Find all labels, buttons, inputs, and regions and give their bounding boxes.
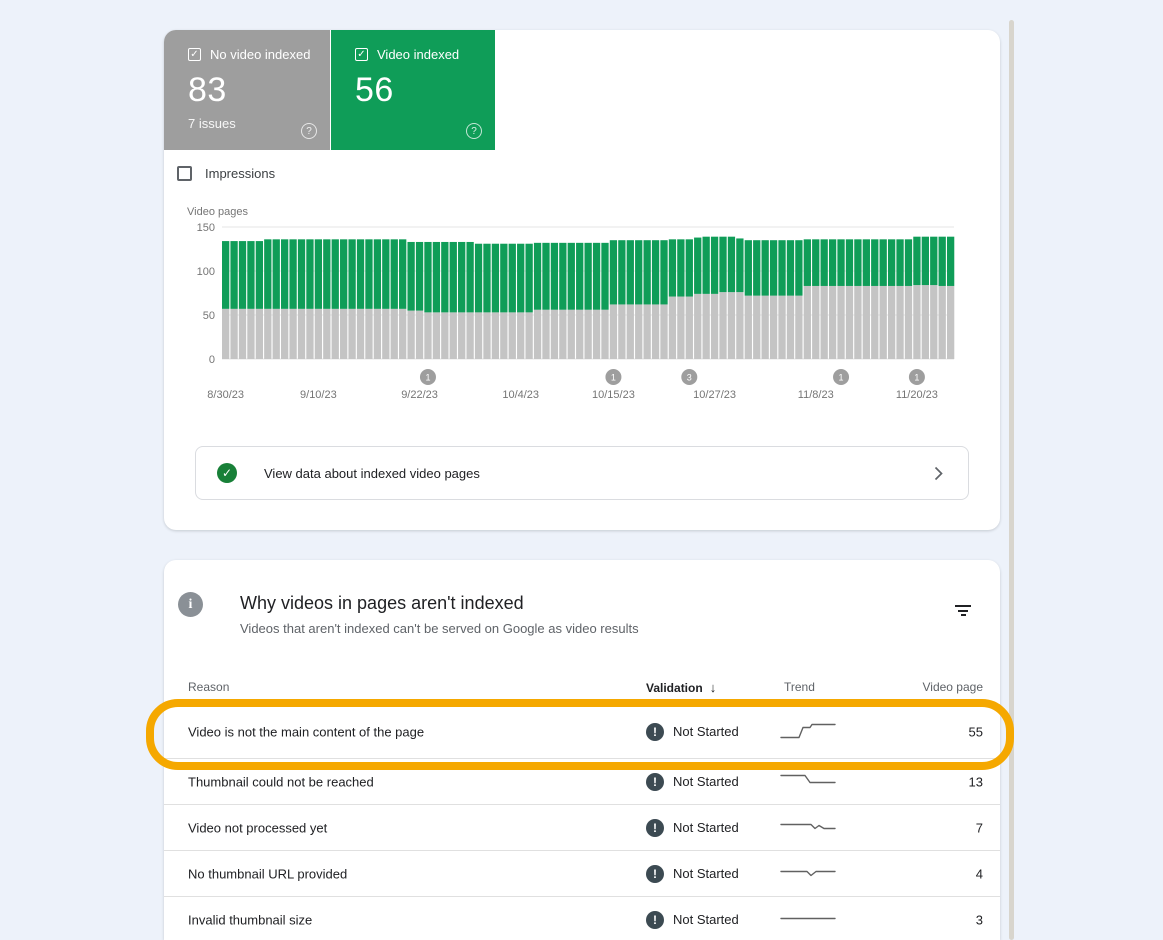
- issues-table-body: Video is not the main content of the pag…: [164, 704, 1000, 940]
- help-icon[interactable]: ?: [301, 123, 317, 139]
- trend-sparkline: [779, 766, 839, 797]
- column-header-reason[interactable]: Reason: [188, 680, 229, 694]
- video-pages-count: 3: [976, 912, 983, 927]
- sort-descending-icon: ↓: [710, 680, 717, 695]
- chart-event-badges: 1 1 3 1 1: [420, 369, 925, 385]
- column-header-validation[interactable]: Validation ↓: [646, 680, 716, 695]
- help-icon[interactable]: ?: [466, 123, 482, 139]
- not-started-exclamation-icon: !: [646, 865, 664, 883]
- indexed-pages-stacked-bar-chart[interactable]: 0 50 100 150 1 1 3 1 1 8/30/23 9/10/23 9/22/23 10/4/…: [185, 220, 955, 405]
- tile-label: Video indexed: [377, 47, 459, 62]
- issue-row[interactable]: Thumbnail could not be reached! Not Start…: [164, 758, 1000, 804]
- svg-text:1: 1: [425, 373, 430, 383]
- impressions-checkbox-unchecked[interactable]: [177, 166, 192, 181]
- validation-status: ! Not Started: [646, 819, 739, 837]
- video-indexing-chart-card: ✓ No video indexed 83 7 issues ? ✓ Video…: [164, 30, 1000, 530]
- issue-row[interactable]: Video not processed yet! Not Started 7: [164, 804, 1000, 850]
- info-icon: i: [178, 592, 203, 617]
- trend-sparkline: [779, 858, 839, 889]
- svg-text:1: 1: [914, 373, 919, 383]
- view-data-banner[interactable]: ✓ View data about indexed video pages: [195, 446, 969, 500]
- svg-text:100: 100: [197, 266, 215, 278]
- svg-text:10/4/23: 10/4/23: [502, 389, 539, 401]
- svg-text:10/27/23: 10/27/23: [693, 389, 736, 401]
- not-started-exclamation-icon: !: [646, 819, 664, 837]
- checkbox-no-video-indexed-checked[interactable]: ✓: [188, 48, 201, 61]
- validation-status: ! Not Started: [646, 723, 739, 741]
- not-started-exclamation-icon: !: [646, 723, 664, 741]
- video-pages-count: 55: [969, 724, 983, 739]
- svg-text:9/22/23: 9/22/23: [401, 389, 438, 401]
- svg-text:150: 150: [197, 222, 215, 234]
- validation-label: Not Started: [673, 912, 739, 927]
- svg-text:0: 0: [209, 354, 215, 366]
- checkbox-video-indexed-checked[interactable]: ✓: [355, 48, 368, 61]
- validation-label: Not Started: [673, 820, 739, 835]
- panel-title: Why videos in pages aren't indexed: [240, 593, 524, 614]
- chart-bars: [222, 237, 954, 359]
- success-check-icon: ✓: [217, 463, 237, 483]
- video-pages-count: 13: [969, 774, 983, 789]
- issue-reason-link[interactable]: Invalid thumbnail size: [188, 912, 312, 927]
- svg-text:50: 50: [203, 310, 215, 322]
- tile-count: 56: [355, 71, 495, 110]
- column-header-validation-label: Validation: [646, 681, 703, 695]
- issue-row[interactable]: Video is not the main content of the pag…: [164, 704, 1000, 758]
- not-started-exclamation-icon: !: [646, 911, 664, 929]
- issues-table-header: Reason Validation ↓ Trend Video page: [164, 668, 1000, 704]
- svg-text:10/15/23: 10/15/23: [592, 389, 635, 401]
- tile-no-video-indexed[interactable]: ✓ No video indexed 83 7 issues ?: [164, 30, 330, 150]
- svg-text:3: 3: [687, 373, 692, 383]
- column-header-trend[interactable]: Trend: [784, 680, 815, 694]
- issue-reason-link[interactable]: Thumbnail could not be reached: [188, 774, 374, 789]
- tile-count: 83: [188, 71, 330, 110]
- svg-text:11/8/23: 11/8/23: [798, 389, 834, 401]
- svg-text:1: 1: [611, 373, 616, 383]
- svg-text:11/20/23: 11/20/23: [896, 389, 938, 401]
- issue-row[interactable]: No thumbnail URL provided! Not Started 4: [164, 850, 1000, 896]
- issue-reason-link[interactable]: Video is not the main content of the pag…: [188, 724, 424, 739]
- svg-text:1: 1: [839, 373, 844, 383]
- impressions-label: Impressions: [205, 166, 275, 181]
- svg-text:9/10/23: 9/10/23: [300, 389, 337, 401]
- video-pages-count: 4: [976, 866, 983, 881]
- chevron-right-icon: [934, 466, 943, 481]
- video-indexing-report-page: ✓ No video indexed 83 7 issues ? ✓ Video…: [0, 0, 1163, 940]
- panel-subtitle: Videos that aren't indexed can't be serv…: [240, 621, 639, 636]
- validation-status: ! Not Started: [646, 773, 739, 791]
- banner-label: View data about indexed video pages: [264, 466, 934, 481]
- validation-label: Not Started: [673, 774, 739, 789]
- issue-row[interactable]: Invalid thumbnail size! Not Started 3: [164, 896, 1000, 940]
- video-pages-count: 7: [976, 820, 983, 835]
- tile-label: No video indexed: [210, 47, 310, 62]
- y-axis-title: Video pages: [187, 206, 248, 218]
- vertical-scrollbar[interactable]: [1009, 20, 1014, 940]
- validation-status: ! Not Started: [646, 865, 739, 883]
- validation-label: Not Started: [673, 724, 739, 739]
- issue-reason-link[interactable]: No thumbnail URL provided: [188, 866, 347, 881]
- indexing-issues-card: i Why videos in pages aren't indexed Vid…: [164, 560, 1000, 940]
- tile-video-indexed[interactable]: ✓ Video indexed 56 ?: [331, 30, 495, 150]
- chart-x-axis-labels: 8/30/23 9/10/23 9/22/23 10/4/23 10/15/23 10/2…: [207, 389, 938, 401]
- svg-text:8/30/23: 8/30/23: [207, 389, 244, 401]
- trend-sparkline: [779, 812, 839, 843]
- not-started-exclamation-icon: !: [646, 773, 664, 791]
- impressions-toggle[interactable]: Impressions: [177, 166, 275, 181]
- issue-reason-link[interactable]: Video not processed yet: [188, 820, 327, 835]
- trend-sparkline: [779, 904, 839, 935]
- validation-label: Not Started: [673, 866, 739, 881]
- column-header-video-page[interactable]: Video page: [922, 680, 983, 694]
- filter-icon[interactable]: [954, 605, 972, 617]
- trend-sparkline: [779, 716, 839, 747]
- validation-status: ! Not Started: [646, 911, 739, 929]
